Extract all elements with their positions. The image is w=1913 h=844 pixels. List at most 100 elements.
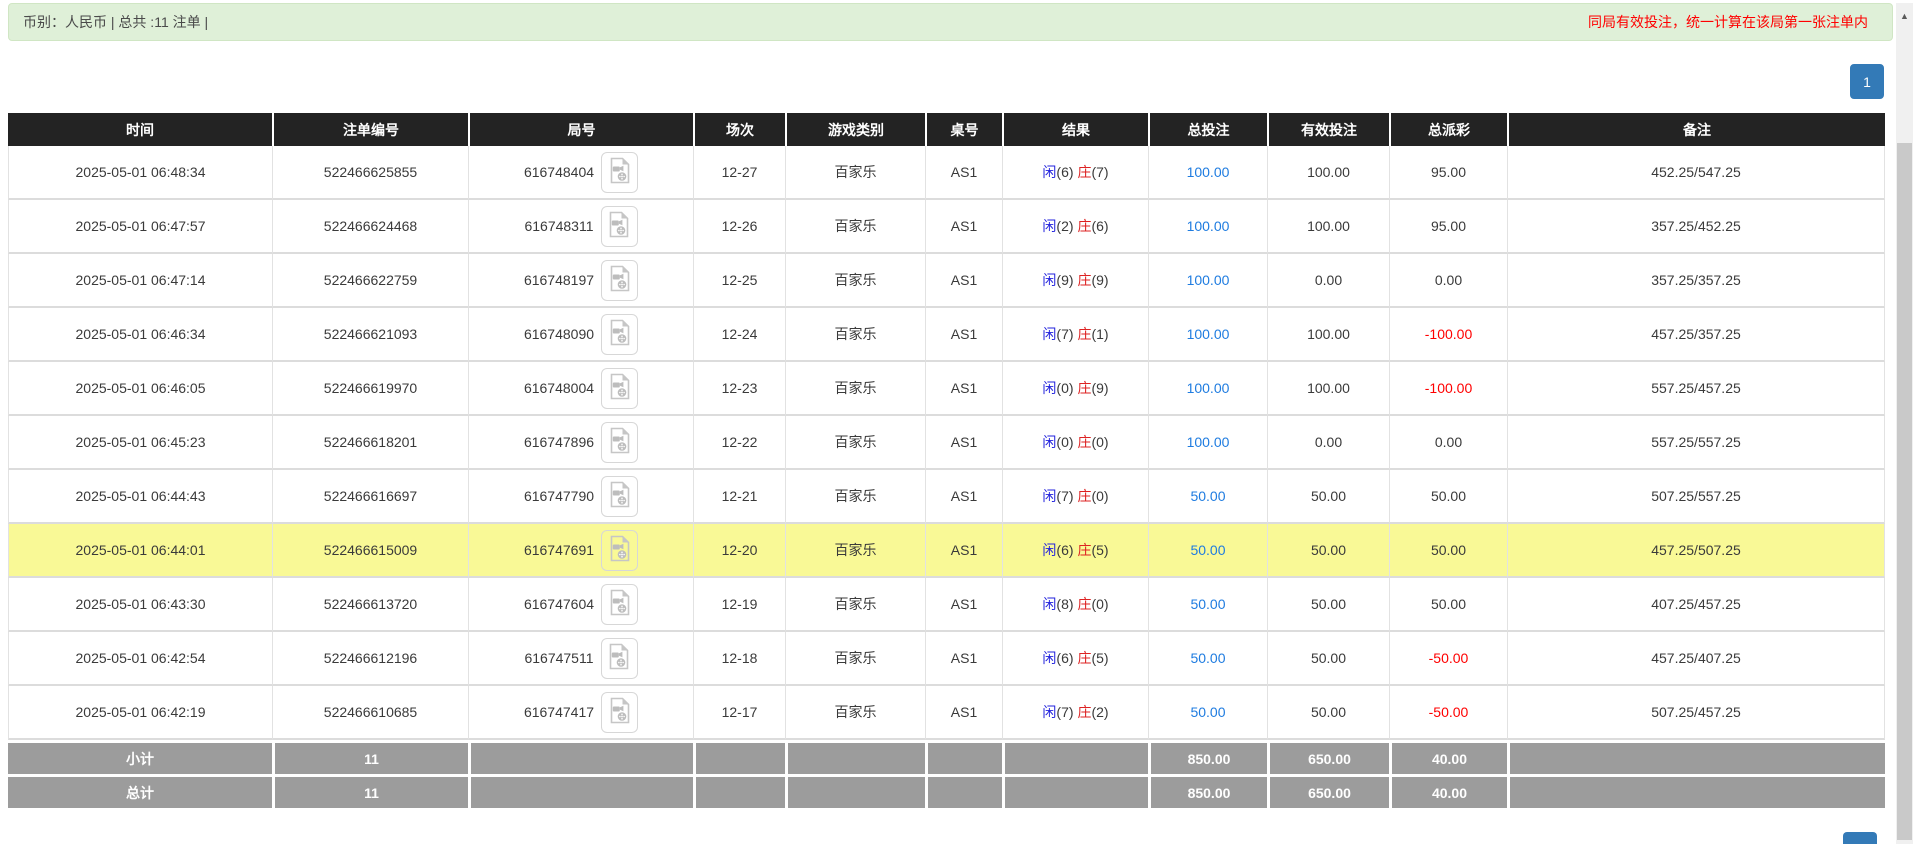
cell-remark: 507.25/457.25 <box>1507 686 1885 740</box>
cell-total-bet[interactable]: 50.00 <box>1148 632 1267 686</box>
cell-total-bet[interactable]: 50.00 <box>1148 524 1267 578</box>
video-record-icon <box>609 265 631 295</box>
cell-total-bet[interactable]: 100.00 <box>1148 308 1267 362</box>
cell-table-no: AS1 <box>925 416 1002 470</box>
video-record-icon <box>609 589 631 619</box>
cell-round: 616747604 <box>468 578 693 632</box>
cell-payout: 0.00 <box>1389 254 1507 308</box>
cell-bet-id: 522466615009 <box>272 524 468 578</box>
video-replay-button[interactable] <box>601 692 638 733</box>
cell-valid-bet: 100.00 <box>1267 308 1389 362</box>
cell-time: 2025-05-01 06:44:43 <box>8 470 272 524</box>
cell-bet-id: 522466625855 <box>272 146 468 200</box>
cell-valid-bet: 50.00 <box>1267 578 1389 632</box>
result-banker-label: 庄 <box>1077 218 1091 234</box>
cell-round: 616748311 <box>468 200 693 254</box>
video-replay-button[interactable] <box>601 476 638 517</box>
cell-table-no: AS1 <box>925 470 1002 524</box>
cell-time: 2025-05-01 06:47:14 <box>8 254 272 308</box>
scrollbar[interactable]: ▲ <box>1896 3 1913 844</box>
video-record-icon <box>609 319 631 349</box>
cell-total-bet[interactable]: 100.00 <box>1148 200 1267 254</box>
cell-game-type: 百家乐 <box>785 146 925 200</box>
cell-game-type: 百家乐 <box>785 524 925 578</box>
cell-bet-id: 522466622759 <box>272 254 468 308</box>
cell-round: 616747511 <box>468 632 693 686</box>
cell-total-bet[interactable]: 50.00 <box>1148 578 1267 632</box>
video-replay-button[interactable] <box>601 260 638 301</box>
bet-records-table: 时间注单编号局号场次游戏类别桌号结果总投注有效投注总派彩备注 2025-05-0… <box>8 113 1885 808</box>
total-count: 11 <box>272 774 468 808</box>
video-record-icon <box>609 427 631 457</box>
cell-result: 闲(7) 庄(2) <box>1002 686 1148 740</box>
table-row: 2025-05-01 06:42:54 522466612196 6167475… <box>8 632 1885 686</box>
cell-round: 616748004 <box>468 362 693 416</box>
result-banker-label: 庄 <box>1077 272 1091 288</box>
cell-game-type: 百家乐 <box>785 362 925 416</box>
cell-game-type: 百家乐 <box>785 254 925 308</box>
cell-time: 2025-05-01 06:46:34 <box>8 308 272 362</box>
video-replay-button[interactable] <box>601 584 638 625</box>
table-row: 2025-05-01 06:42:19 522466610685 6167474… <box>8 686 1885 740</box>
cell-total-bet[interactable]: 100.00 <box>1148 362 1267 416</box>
result-banker-label: 庄 <box>1077 488 1091 504</box>
cell-session: 12-26 <box>693 200 785 254</box>
cell-total-bet[interactable]: 50.00 <box>1148 686 1267 740</box>
cell-game-type: 百家乐 <box>785 470 925 524</box>
pagination-bottom-partial-button[interactable] <box>1843 832 1877 844</box>
cell-bet-id: 522466621093 <box>272 308 468 362</box>
column-header: 局号 <box>468 113 693 146</box>
cell-round: 616747691 <box>468 524 693 578</box>
cell-payout: 50.00 <box>1389 578 1507 632</box>
pagination-top: 1 <box>8 64 1884 99</box>
cell-game-type: 百家乐 <box>785 578 925 632</box>
cell-result: 闲(0) 庄(0) <box>1002 416 1148 470</box>
cell-result: 闲(2) 庄(6) <box>1002 200 1148 254</box>
cell-remark: 357.25/357.25 <box>1507 254 1885 308</box>
video-record-icon <box>608 211 630 241</box>
scroll-up-icon[interactable]: ▲ <box>1896 9 1913 23</box>
round-number: 616747511 <box>524 650 593 666</box>
cell-game-type: 百家乐 <box>785 416 925 470</box>
result-player-label: 闲 <box>1042 650 1056 666</box>
video-record-icon <box>609 481 631 511</box>
cell-total-bet[interactable]: 50.00 <box>1148 470 1267 524</box>
cell-valid-bet: 50.00 <box>1267 686 1389 740</box>
table-row: 2025-05-01 06:46:05 522466619970 6167480… <box>8 362 1885 416</box>
cell-result: 闲(6) 庄(5) <box>1002 524 1148 578</box>
video-replay-button[interactable] <box>601 314 638 355</box>
result-banker-score: (5) <box>1091 542 1108 558</box>
video-record-icon <box>609 373 631 403</box>
cell-round: 616747790 <box>468 470 693 524</box>
cell-time: 2025-05-01 06:46:05 <box>8 362 272 416</box>
table-row: 2025-05-01 06:47:14 522466622759 6167481… <box>8 254 1885 308</box>
cell-total-bet[interactable]: 100.00 <box>1148 146 1267 200</box>
cell-game-type: 百家乐 <box>785 200 925 254</box>
video-record-icon <box>609 697 631 727</box>
cell-table-no: AS1 <box>925 200 1002 254</box>
cell-table-no: AS1 <box>925 308 1002 362</box>
result-player-label: 闲 <box>1042 434 1056 450</box>
video-replay-button[interactable] <box>601 152 638 193</box>
video-replay-button[interactable] <box>601 368 638 409</box>
cell-session: 12-20 <box>693 524 785 578</box>
scrollbar-thumb[interactable] <box>1897 143 1912 840</box>
cell-table-no: AS1 <box>925 578 1002 632</box>
result-banker-score: (7) <box>1091 164 1108 180</box>
video-replay-button[interactable] <box>601 638 638 679</box>
cell-result: 闲(8) 庄(0) <box>1002 578 1148 632</box>
cell-total-bet[interactable]: 100.00 <box>1148 416 1267 470</box>
cell-time: 2025-05-01 06:43:30 <box>8 578 272 632</box>
cell-round: 616748090 <box>468 308 693 362</box>
cell-valid-bet: 50.00 <box>1267 524 1389 578</box>
cell-total-bet[interactable]: 100.00 <box>1148 254 1267 308</box>
page-1-button[interactable]: 1 <box>1850 64 1884 99</box>
result-player-label: 闲 <box>1042 272 1056 288</box>
video-replay-button[interactable] <box>601 422 638 463</box>
result-banker-score: (9) <box>1091 272 1108 288</box>
result-banker-label: 庄 <box>1077 596 1091 612</box>
video-replay-button[interactable] <box>601 530 638 571</box>
video-replay-button[interactable] <box>601 206 638 247</box>
cell-time: 2025-05-01 06:42:54 <box>8 632 272 686</box>
result-banker-label: 庄 <box>1077 434 1091 450</box>
